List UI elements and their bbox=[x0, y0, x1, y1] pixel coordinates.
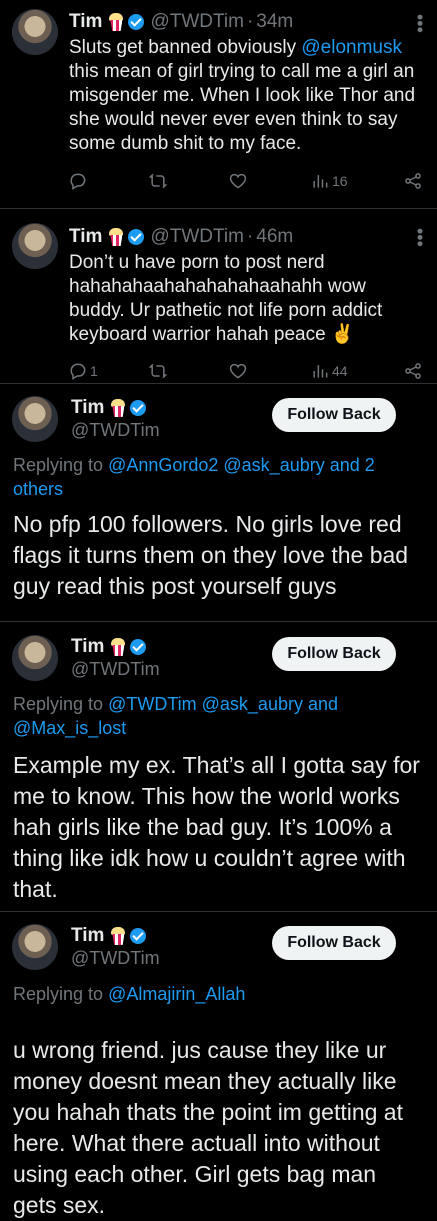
name-line: Tim bbox=[71, 635, 160, 659]
verified-icon bbox=[130, 400, 147, 416]
reply-others[interactable]: @Max_is_lost bbox=[13, 718, 126, 738]
tweet-full-1[interactable]: Tim @TWDTim Follow Back Replying to @Ann… bbox=[0, 384, 437, 620]
verified-icon bbox=[128, 14, 145, 30]
replying-to: Replying to @Almajirin_Allah bbox=[13, 982, 417, 1006]
avatar[interactable] bbox=[12, 223, 58, 269]
like-icon bbox=[229, 363, 247, 379]
follow-back-button[interactable]: Follow Back bbox=[272, 926, 396, 960]
tweet-compact-2[interactable]: ••• Tim @TWDTim · 46m Don’t u have porn … bbox=[0, 209, 437, 381]
verified-icon bbox=[128, 229, 145, 245]
name-line: Tim bbox=[71, 396, 160, 420]
replying-prefix: Replying to bbox=[13, 694, 109, 714]
reply-suffix: and bbox=[324, 455, 365, 475]
separator-dot: · bbox=[246, 226, 254, 247]
tweet-text: Sluts get banned obviously @elonmusk thi… bbox=[69, 36, 425, 156]
timestamp[interactable]: 34m bbox=[256, 10, 293, 34]
tweet-full-2[interactable]: Tim @TWDTim Follow Back Replying to @TWD… bbox=[0, 622, 437, 910]
views-button[interactable]: 16 bbox=[310, 171, 348, 191]
reply-button[interactable] bbox=[68, 171, 88, 191]
tweet-text: Don’t u have porn to post nerd hahahahaa… bbox=[69, 252, 383, 345]
verified-icon bbox=[130, 928, 147, 944]
avatar[interactable] bbox=[12, 9, 58, 55]
reply-mentions[interactable]: @TWDTim @ask_aubry bbox=[108, 694, 303, 714]
reply-mentions[interactable]: @AnnGordo2 @ask_aubry bbox=[108, 455, 325, 475]
handle[interactable]: @TWDTim bbox=[71, 420, 160, 441]
views-icon bbox=[313, 175, 328, 188]
handle[interactable]: @TWDTim bbox=[71, 948, 160, 969]
tweet-header: Tim @TWDTim · 34m bbox=[69, 10, 425, 34]
views-icon bbox=[313, 365, 328, 378]
like-button[interactable] bbox=[228, 171, 248, 191]
reply-suffix: and bbox=[302, 694, 339, 714]
retweet-icon bbox=[148, 363, 168, 379]
like-button[interactable] bbox=[228, 361, 248, 381]
retweet-icon bbox=[148, 173, 168, 189]
share-button[interactable] bbox=[403, 361, 423, 381]
verified-icon bbox=[130, 639, 147, 655]
retweet-button[interactable] bbox=[148, 361, 168, 381]
views-button[interactable]: 44 bbox=[310, 361, 348, 381]
popcorn-icon bbox=[110, 399, 126, 417]
popcorn-icon bbox=[110, 927, 126, 945]
retweet-button[interactable] bbox=[148, 171, 168, 191]
replying-to: Replying to @AnnGordo2 @ask_aubry and 2 … bbox=[13, 453, 417, 501]
share-button[interactable] bbox=[403, 171, 423, 191]
avatar[interactable] bbox=[12, 924, 58, 970]
popcorn-icon bbox=[108, 228, 124, 246]
reply-count: 1 bbox=[90, 363, 98, 379]
tweet-text-part: this mean of girl trying to call me a gi… bbox=[69, 61, 416, 154]
tweet-full-3[interactable]: Tim @TWDTim Follow Back Replying to @Alm… bbox=[0, 912, 437, 1218]
display-name[interactable]: Tim bbox=[71, 925, 104, 947]
views-count: 44 bbox=[332, 363, 348, 379]
replying-to: Replying to @TWDTim @ask_aubry and @Max_… bbox=[13, 692, 417, 740]
reply-icon bbox=[70, 173, 86, 190]
action-bar: 1 44 bbox=[68, 360, 423, 382]
display-name[interactable]: Tim bbox=[69, 225, 102, 249]
replying-prefix: Replying to bbox=[13, 984, 109, 1004]
tweet-text-part: Sluts get banned obviously bbox=[69, 37, 302, 58]
name-line: Tim bbox=[71, 924, 160, 948]
separator-dot: · bbox=[246, 11, 254, 32]
tweet-text: u wrong friend. jus cause they like ur m… bbox=[13, 1037, 403, 1218]
action-bar: 16 bbox=[68, 170, 423, 192]
tweet-text: Example my ex. That’s all I gotta say fo… bbox=[13, 752, 420, 902]
handle[interactable]: @TWDTim bbox=[71, 659, 160, 680]
avatar[interactable] bbox=[12, 635, 58, 681]
reply-icon bbox=[70, 363, 86, 380]
timestamp[interactable]: 46m bbox=[256, 225, 293, 249]
tweet-text: No pfp 100 followers. No girls love red … bbox=[13, 511, 409, 599]
popcorn-icon bbox=[108, 13, 124, 31]
reply-button[interactable]: 1 bbox=[68, 361, 98, 381]
tweet-compact-1[interactable]: ••• Tim @TWDTim · 34m Sluts get banned o… bbox=[0, 0, 437, 200]
tweet-header: Tim @TWDTim · 46m bbox=[69, 225, 425, 249]
share-icon bbox=[405, 363, 421, 379]
display-name[interactable]: Tim bbox=[71, 397, 104, 419]
views-count: 16 bbox=[332, 173, 348, 189]
mention-link[interactable]: @elonmusk bbox=[301, 37, 402, 58]
handle[interactable]: @TWDTim bbox=[150, 225, 244, 249]
display-name[interactable]: Tim bbox=[71, 636, 104, 658]
follow-back-button[interactable]: Follow Back bbox=[272, 398, 396, 432]
like-icon bbox=[229, 173, 247, 189]
display-name[interactable]: Tim bbox=[69, 10, 102, 34]
handle[interactable]: @TWDTim bbox=[150, 10, 244, 34]
reply-mentions[interactable]: @Almajirin_Allah bbox=[108, 984, 245, 1004]
avatar[interactable] bbox=[12, 396, 58, 442]
share-icon bbox=[405, 173, 421, 189]
popcorn-icon bbox=[110, 638, 126, 656]
follow-back-button[interactable]: Follow Back bbox=[272, 637, 396, 671]
replying-prefix: Replying to bbox=[13, 455, 109, 475]
